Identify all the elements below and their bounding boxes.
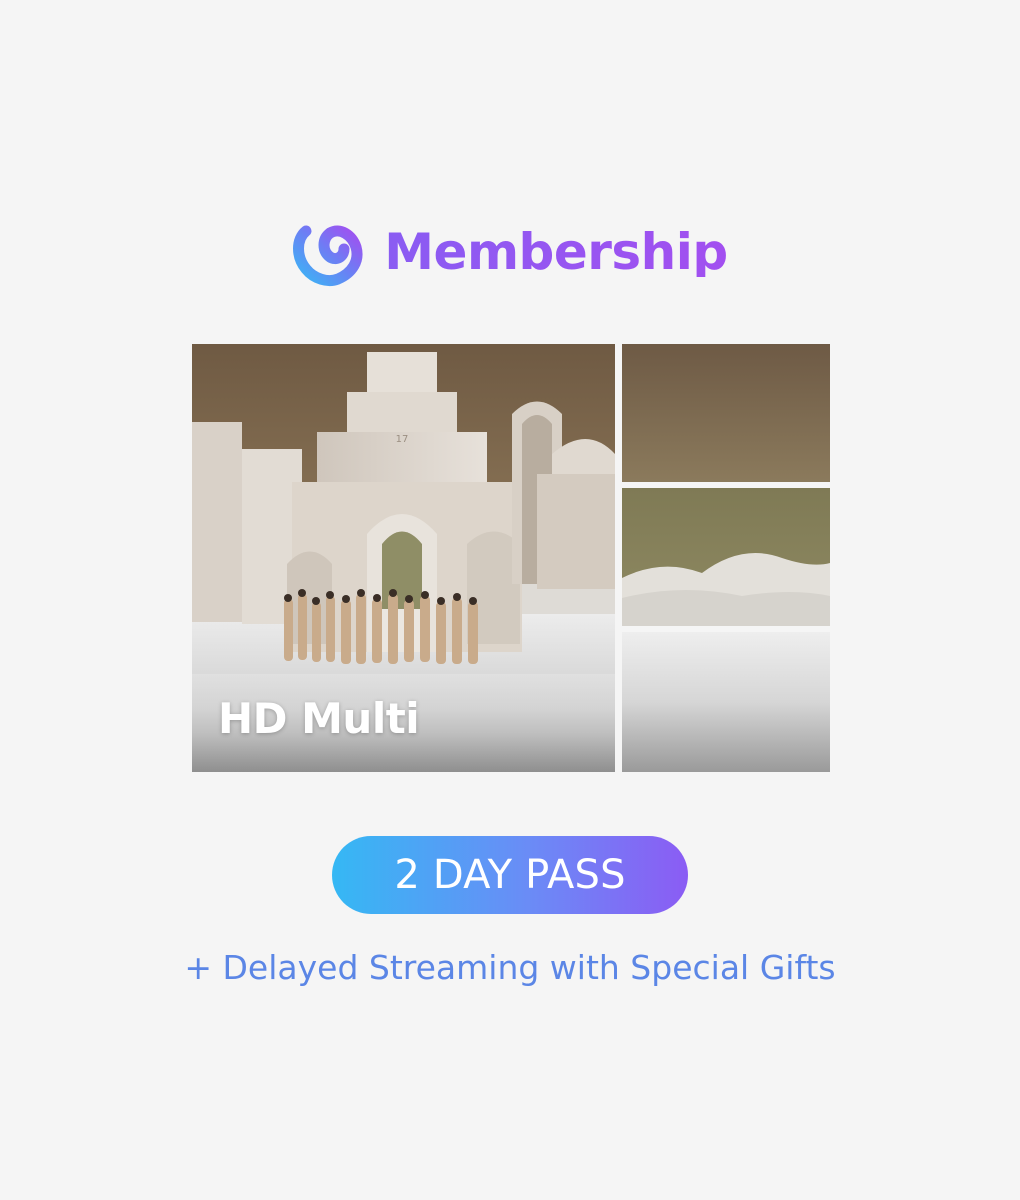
tile-dunes-image [622,488,830,626]
image-tile-top [622,344,830,482]
svg-text:17: 17 [396,434,409,445]
image-tile-bottom [622,632,830,772]
pass-badge: 2 DAY PASS [332,836,688,914]
membership-heart-icon [293,225,363,287]
membership-banner: Membership 17 HD Multi 2 DAY PASS + Dela… [0,0,1020,1200]
brand-header: Membership [0,212,1020,292]
subtitle-text: + Delayed Streaming with Special Gifts [184,948,836,987]
brand-title: Membership [384,223,728,281]
tile-floor-image [622,632,830,772]
tile-sky-image [622,344,830,482]
pass-badge-container: 2 DAY PASS [0,836,1020,914]
image-tile-middle [622,488,830,626]
hero-main-image: 17 HD Multi [192,344,615,772]
product-image-grid: 17 HD Multi [192,344,830,772]
hero-label: HD Multi [218,694,420,743]
